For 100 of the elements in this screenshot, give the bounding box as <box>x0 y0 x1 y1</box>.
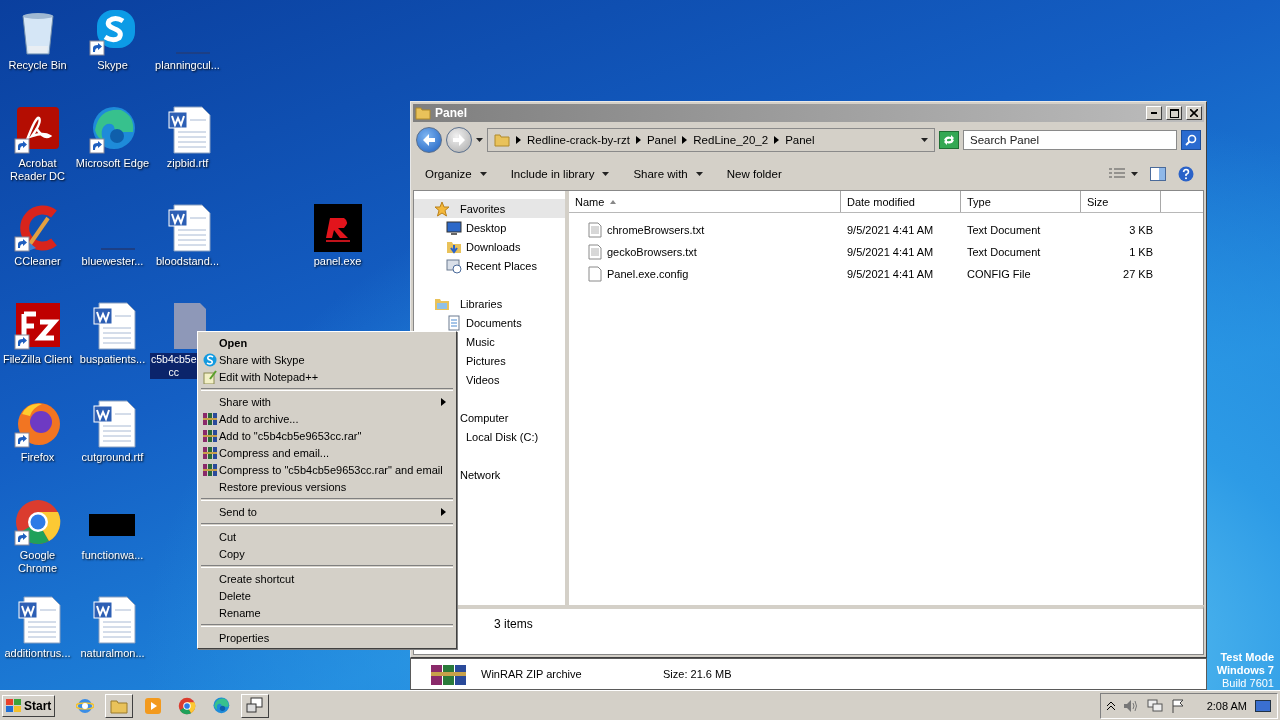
column-header[interactable]: Size <box>1081 191 1161 212</box>
window-title: Panel <box>435 106 468 120</box>
nav-item[interactable]: Libraries <box>414 294 565 313</box>
search-field[interactable]: Search Panel <box>963 130 1177 150</box>
icon-label[interactable]: CCleaner <box>13 255 62 268</box>
nav-item[interactable]: Downloads <box>414 237 565 256</box>
icon-label[interactable]: c5b4cb5e cc <box>150 353 198 379</box>
network-computer-icon <box>246 696 265 715</box>
icon-label[interactable]: additiontrus... <box>3 647 72 660</box>
speaker-icon[interactable] <box>1122 698 1139 713</box>
chevron-up-icon[interactable] <box>1106 700 1115 711</box>
star-icon <box>434 200 450 217</box>
flag-icon[interactable] <box>1170 698 1185 713</box>
file-name[interactable]: Panel.exe.config <box>607 268 689 280</box>
taskbar-app-button[interactable] <box>241 693 270 718</box>
nav-item[interactable]: Recent Places <box>414 256 565 275</box>
archive-books-icon <box>431 663 467 685</box>
breadcrumb-item[interactable]: Redline-crack-by-rzt <box>527 134 630 146</box>
menu-item[interactable]: Create shortcut <box>200 570 454 587</box>
menu-item[interactable]: Compress to "c5b4cb5e9653cc.rar" and email <box>200 461 454 478</box>
breadcrumb-item[interactable]: Panel <box>646 134 677 146</box>
icon-label[interactable]: Microsoft Edge <box>74 157 151 170</box>
network-icon[interactable] <box>1146 698 1163 713</box>
search-icon <box>1185 134 1197 146</box>
icon-label[interactable]: Skype <box>96 59 129 72</box>
file-name[interactable]: geckoBrowsers.txt <box>607 246 697 258</box>
search-button[interactable] <box>1181 130 1201 150</box>
toolbar-button[interactable]: Share with <box>627 162 709 186</box>
menu-item[interactable]: Cut <box>200 528 454 545</box>
preview-pane-icon <box>1150 167 1166 181</box>
browser-logo-icon[interactable] <box>13 498 62 546</box>
forward-button[interactable] <box>446 127 472 153</box>
icon-label[interactable]: zipbid.rtf <box>165 157 210 170</box>
maximize-button[interactable] <box>1166 106 1182 120</box>
sort-arrow-icon <box>610 199 617 204</box>
r-logo-icon[interactable] <box>313 204 362 252</box>
icon-label[interactable]: bloodstand... <box>155 255 220 268</box>
icon-label[interactable]: FileZilla Client <box>1 353 74 366</box>
nav-item[interactable]: Favorites <box>414 199 565 218</box>
swirl-logo-icon[interactable] <box>88 106 137 154</box>
menu-item[interactable]: Rename <box>200 604 454 621</box>
fox-globe-icon[interactable] <box>13 400 62 448</box>
archive-books-icon <box>202 462 217 477</box>
archive-books-icon <box>202 411 217 426</box>
icon-label[interactable]: bluewester... <box>80 255 145 268</box>
fz-logo-icon[interactable] <box>13 302 62 350</box>
table-cell-text: 3 KB <box>1128 224 1154 236</box>
clock[interactable]: 2:08 AM <box>1206 699 1247 712</box>
menu-item[interactable]: Compress and email... <box>200 444 454 461</box>
caret-icon <box>479 172 487 176</box>
menu-item[interactable]: Delete <box>200 587 454 604</box>
menu-item[interactable]: Send to <box>200 503 454 520</box>
caret-icon <box>602 172 610 176</box>
table-cell-text: Text Document <box>966 224 1042 236</box>
menu-item[interactable]: Add to "c5b4cb5e9653cc.rar" <box>200 427 454 444</box>
chevron-icon <box>774 136 780 144</box>
icon-label[interactable]: Acrobat Reader DC <box>9 157 66 183</box>
icon-label[interactable]: buspatients... <box>78 353 147 366</box>
refresh-button[interactable] <box>939 131 959 149</box>
icon-label[interactable]: panel.exe <box>312 255 363 268</box>
breadcrumb-item[interactable]: Panel <box>785 134 815 146</box>
menu-item[interactable]: Share with Skype <box>200 351 454 368</box>
icon-label[interactable]: naturalmon... <box>79 647 146 660</box>
toolbar-button[interactable]: New folder <box>720 162 788 186</box>
icon-label[interactable]: Recycle Bin <box>7 59 68 72</box>
toolbar-button[interactable]: Organize <box>419 162 493 186</box>
nav-item[interactable]: Documents <box>414 313 565 332</box>
icon-label[interactable]: Google Chrome <box>16 549 59 575</box>
s-logo-icon[interactable] <box>88 8 137 56</box>
play-icon <box>144 696 163 715</box>
file-size: Size: 21.6 MB <box>663 668 733 680</box>
menu-item[interactable]: Copy <box>200 545 454 562</box>
icon-label[interactable]: functionwa... <box>80 549 145 562</box>
toolbar-button[interactable]: Include in library <box>504 162 616 186</box>
menu-item[interactable]: Open <box>200 334 454 351</box>
column-header[interactable]: Type <box>961 191 1081 212</box>
menu-item[interactable]: Add to archive... <box>200 410 454 427</box>
column-header[interactable]: Date modified <box>841 191 961 212</box>
menu-item[interactable]: Share with <box>200 393 454 410</box>
test-mode-text: Build 7601 <box>1222 677 1274 690</box>
icon-label[interactable]: cutground.rtf <box>80 451 145 464</box>
back-button[interactable] <box>416 127 442 153</box>
menu-item[interactable]: Edit with Notepad++ <box>200 368 454 385</box>
start-button[interactable]: Start <box>2 694 56 717</box>
column-header[interactable]: Name <box>569 191 841 212</box>
close-button[interactable] <box>1186 106 1202 120</box>
refresh-icon <box>943 135 955 145</box>
browser-logo-icon <box>178 696 197 715</box>
address-bar[interactable]: Redline-crack-by-rzt Panel RedLine_20_2 Panel <box>487 128 935 152</box>
icon-label[interactable]: planningcul... <box>154 59 221 72</box>
menu-item[interactable]: Properties <box>200 629 454 646</box>
nav-item[interactable]: Desktop <box>414 218 565 237</box>
icon-label[interactable]: Firefox <box>19 451 56 464</box>
file-name[interactable]: chromeBrowsers.txt <box>607 224 705 236</box>
show-desktop-icon[interactable] <box>1255 698 1271 713</box>
pdf-app-icon[interactable] <box>13 106 62 154</box>
minimize-button[interactable] <box>1146 106 1162 120</box>
taskbar-app-button[interactable] <box>105 693 134 718</box>
breadcrumb-item[interactable]: RedLine_20_2 <box>693 134 769 146</box>
menu-item[interactable]: Restore previous versions <box>200 478 454 495</box>
